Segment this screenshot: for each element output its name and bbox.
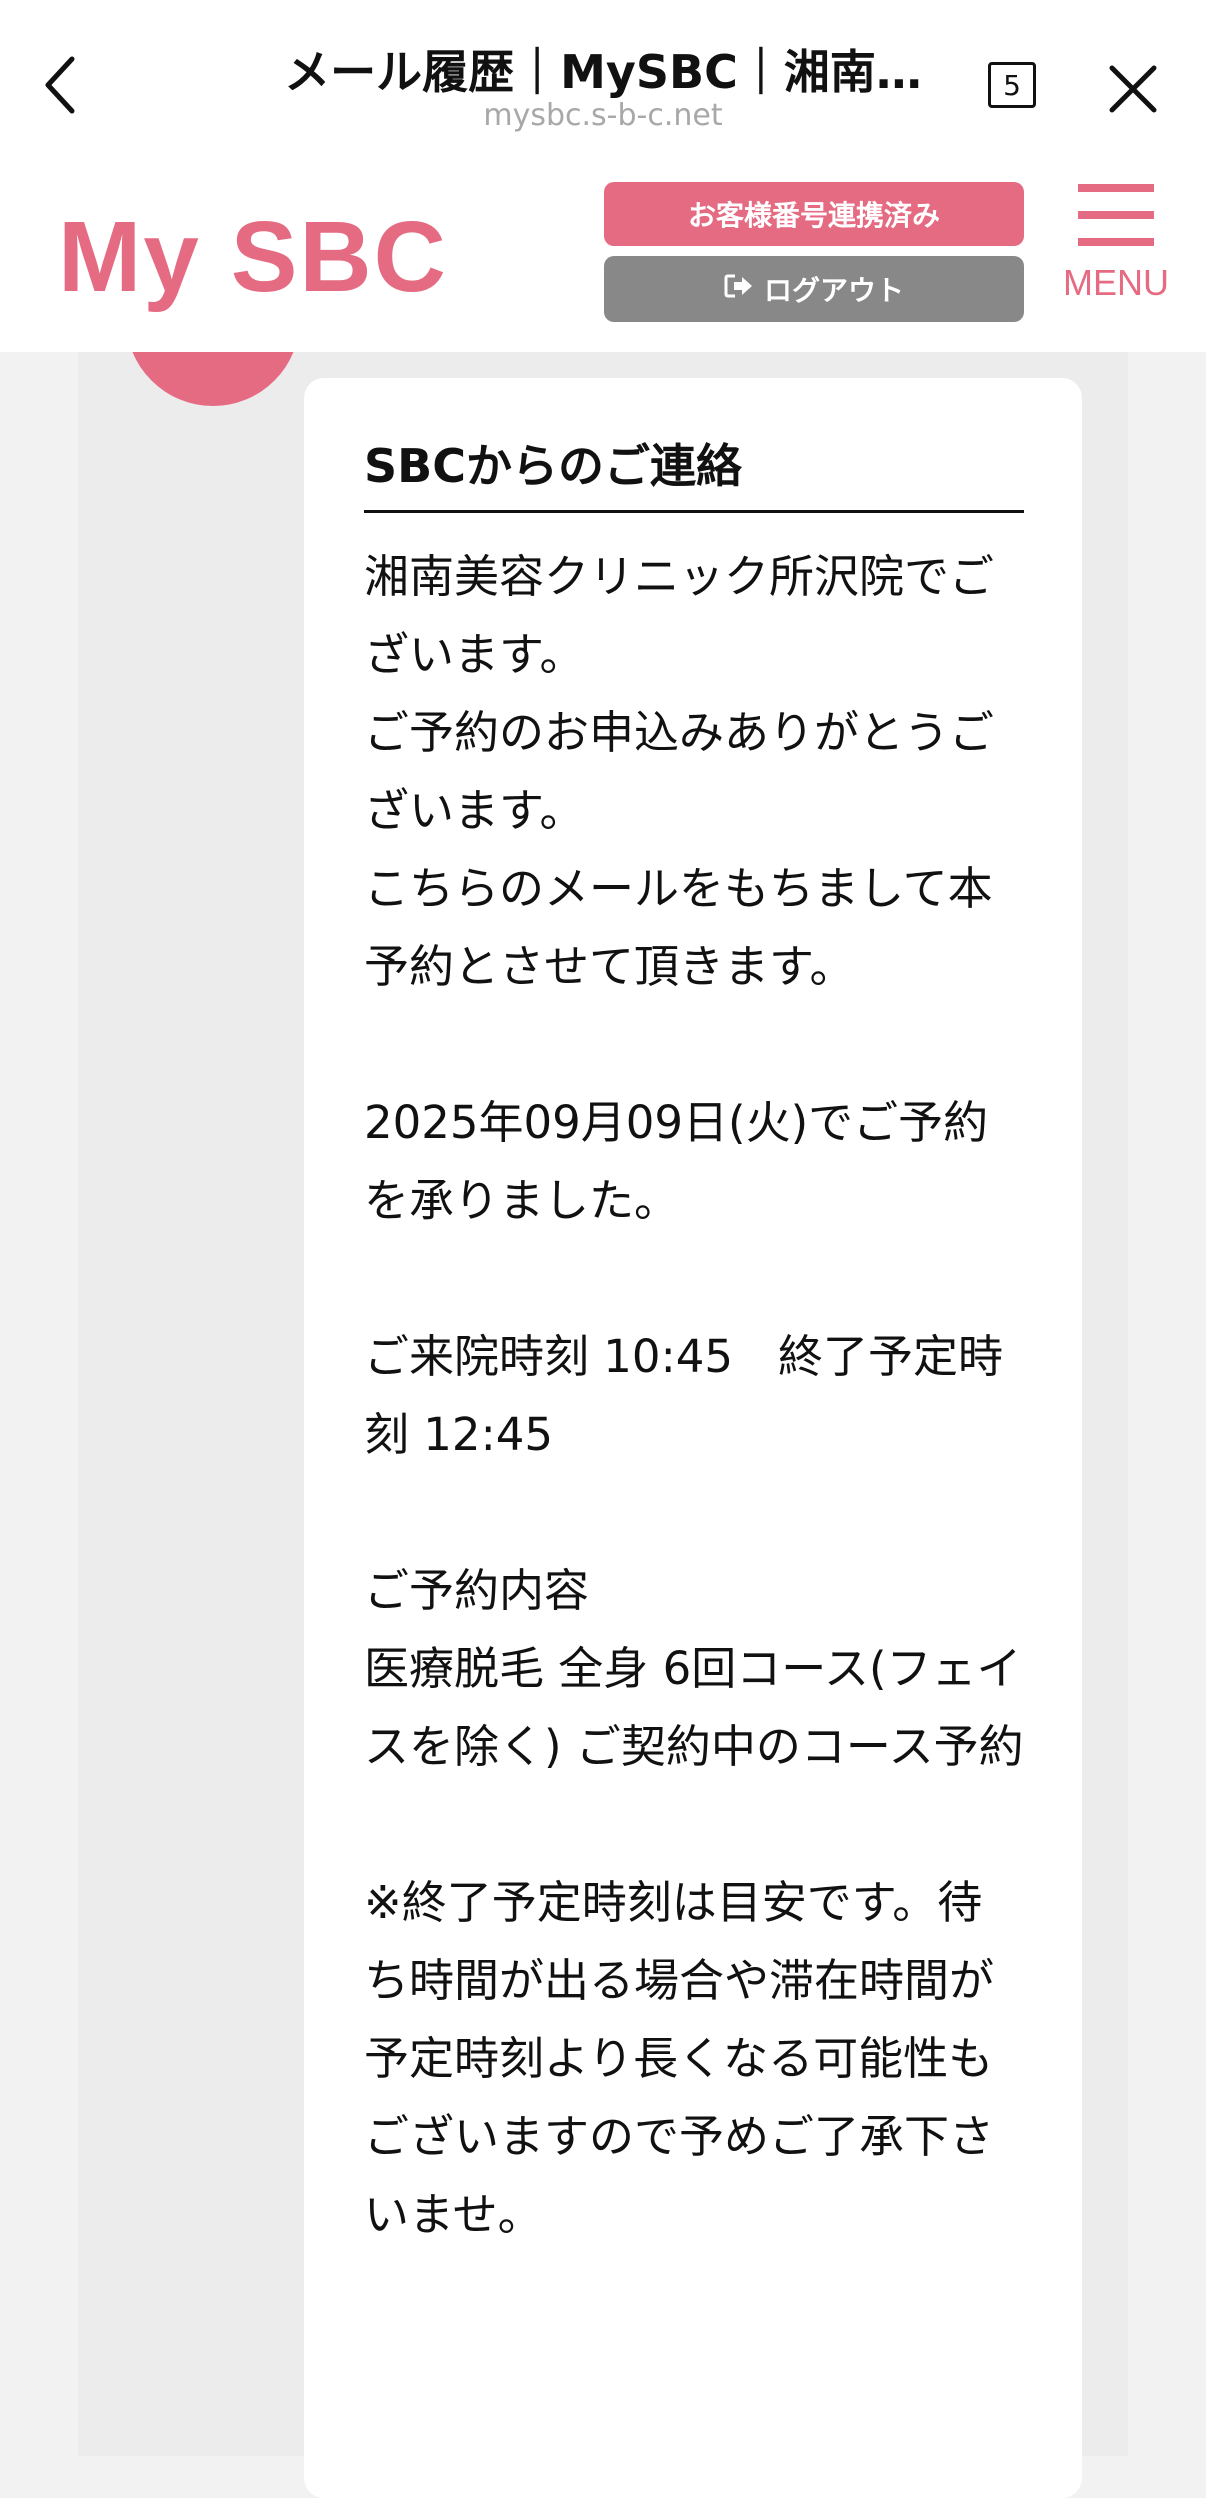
close-icon[interactable]: [1100, 56, 1166, 122]
page-title: メール履歴｜MySBC｜湘南…: [284, 45, 922, 99]
logout-label: ログアウト: [763, 274, 904, 307]
sign-out-icon: [724, 273, 754, 306]
message-body: 湘南美容クリニック所沢院でございます。 ご予約のお申込みありがとうございます。 …: [364, 550, 1024, 2241]
page-url[interactable]: mysbc.s-b-c.net: [270, 98, 936, 133]
message-card: SBCからのご連絡 湘南美容クリニック所沢院でございます。 ご予約のお申込みあり…: [304, 378, 1082, 2498]
hamburger-menu-icon[interactable]: [1078, 184, 1154, 246]
menu-label[interactable]: MENU: [1058, 262, 1174, 304]
site-header: My SBC お客様番号連携済み ログアウト MENU: [0, 160, 1206, 352]
customer-number-linked-button[interactable]: お客様番号連携済み: [604, 182, 1024, 246]
chevron-left-icon[interactable]: [30, 50, 90, 120]
browser-toolbar: メール履歴｜MySBC｜湘南… mysbc.s-b-c.net 5: [0, 0, 1206, 160]
logout-button[interactable]: ログアウト: [604, 256, 1024, 322]
message-heading: SBCからのご連絡: [364, 430, 1024, 513]
tab-count-button[interactable]: 5: [988, 62, 1036, 108]
site-logo[interactable]: My SBC: [58, 200, 448, 315]
